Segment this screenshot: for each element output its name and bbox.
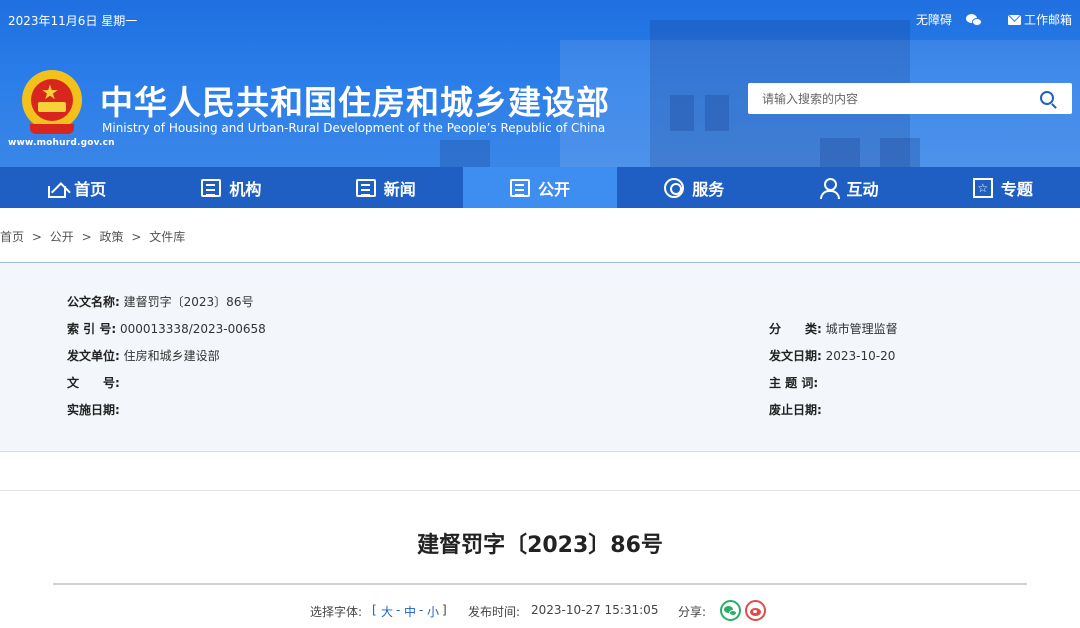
nav-item-open[interactable]: 公开 <box>462 167 618 208</box>
info-date-row: 发文日期: 2023-10-20 <box>769 347 895 364</box>
header-window <box>440 140 490 167</box>
document-title: 建督罚字〔2023〕86号 <box>417 533 663 558</box>
info-issuer-value: 住房和城乡建设部 <box>123 349 220 363</box>
info-expire-row: 废止日期: <box>769 401 822 418</box>
font-large-button[interactable]: 大 <box>381 603 393 620</box>
info-label: 废止日期: <box>769 403 822 417</box>
top-links: 无障碍 工作邮箱 <box>904 11 1072 28</box>
divider <box>0 490 1080 491</box>
info-keywords-row: 主 题 词: <box>769 374 818 391</box>
breadcrumb-policy[interactable]: 政策 <box>99 230 123 244</box>
info-effective-row: 实施日期: <box>67 401 120 418</box>
info-label: 实施日期: <box>67 403 120 417</box>
breadcrumb-separator: > <box>31 230 42 244</box>
font-bracket-close: ] <box>442 603 447 617</box>
header-window <box>820 138 860 167</box>
info-category-value: 城市管理监督 <box>825 322 898 336</box>
search-box <box>748 83 1072 114</box>
topic-star-icon: ☆ <box>972 177 993 198</box>
info-date-value: 2023-10-20 <box>825 349 896 363</box>
share-wechat-icon[interactable] <box>720 600 741 621</box>
open-icon <box>509 178 530 197</box>
info-issuer-row: 发文单位: 住房和城乡建设部 <box>67 347 220 364</box>
nav-label: 新闻 <box>383 179 416 199</box>
nav-item-service[interactable]: 服务 <box>617 167 771 208</box>
info-label: 发文日期: <box>769 349 822 363</box>
info-index-row: 索 引 号: 000013338/2023-00658 <box>67 320 266 337</box>
info-label: 文 号: <box>67 376 120 390</box>
font-dash: - <box>396 603 401 617</box>
font-dash: - <box>419 603 424 617</box>
accessibility-link[interactable]: 无障碍 <box>916 11 952 28</box>
header-window <box>880 138 920 167</box>
national-emblem-logo[interactable]: ★ <box>22 70 82 136</box>
share-label: 分享: <box>678 605 707 619</box>
building-icon <box>201 178 222 197</box>
info-label: 公文名称: <box>67 295 120 309</box>
breadcrumb: 首页 > 公开 > 政策 > 文件库 <box>0 228 189 245</box>
nav-item-topics[interactable]: ☆ 专题 <box>926 167 1080 208</box>
info-title-value: 建督罚字〔2023〕86号 <box>123 295 254 309</box>
search-input[interactable] <box>748 83 1028 114</box>
info-label: 发文单位: <box>67 349 120 363</box>
font-medium-button[interactable]: 中 <box>404 603 416 620</box>
font-small-button[interactable]: 小 <box>427 603 439 620</box>
main-nav: 首页 机构 新闻 公开 服务 互动 ☆ 专题 <box>0 167 1080 208</box>
work-email-label: 工作邮箱 <box>1023 13 1072 27</box>
info-title-row: 公文名称: 建督罚字〔2023〕86号 <box>67 293 253 310</box>
title-divider <box>53 583 1027 585</box>
news-icon <box>355 178 376 197</box>
site-title[interactable]: 中华人民共和国住房和城乡建设部 <box>100 76 610 124</box>
breadcrumb-separator: > <box>81 230 92 244</box>
current-date: 2023年11月6日 星期一 <box>8 14 138 28</box>
nav-item-organization[interactable]: 机构 <box>154 167 308 208</box>
info-category-row: 分 类: 城市管理监督 <box>769 320 898 337</box>
header-window <box>705 95 729 131</box>
breadcrumb-separator: > <box>131 230 142 244</box>
nav-item-home[interactable]: 首页 <box>0 167 154 208</box>
interaction-icon <box>819 177 840 199</box>
share-weibo-icon[interactable] <box>745 600 766 621</box>
search-icon[interactable] <box>1040 91 1054 105</box>
info-label: 索 引 号: <box>67 322 117 336</box>
home-icon <box>48 185 67 198</box>
nav-label: 首页 <box>74 179 107 199</box>
breadcrumb-open[interactable]: 公开 <box>50 230 74 244</box>
top-bar: 2023年11月6日 星期一 无障碍 工作邮箱 <box>0 0 1080 38</box>
font-bracket-open: [ <box>372 603 377 617</box>
font-size-label: 选择字体: <box>310 605 363 619</box>
info-label: 分 类: <box>769 322 822 336</box>
document-info-panel: 公文名称: 建督罚字〔2023〕86号 索 引 号: 000013338/202… <box>0 262 1080 452</box>
nav-item-interaction[interactable]: 互动 <box>771 167 925 208</box>
publish-time: 2023-10-27 15:31:05 <box>531 603 659 617</box>
breadcrumb-library[interactable]: 文件库 <box>149 230 185 244</box>
wechat-icon[interactable] <box>965 13 982 26</box>
header-window <box>670 95 694 131</box>
site-subtitle: Ministry of Housing and Urban-Rural Deve… <box>102 121 606 135</box>
info-docno-row: 文 号: <box>67 374 120 391</box>
mail-icon <box>1007 14 1021 25</box>
info-label: 主 题 词: <box>769 376 819 390</box>
nav-label: 互动 <box>846 179 879 199</box>
publish-time-label: 发布时间: <box>468 605 521 619</box>
nav-label: 机构 <box>229 179 262 199</box>
nav-label: 服务 <box>692 179 725 199</box>
info-index-value: 000013338/2023-00658 <box>119 322 266 336</box>
breadcrumb-home[interactable]: 首页 <box>0 230 24 244</box>
nav-item-news[interactable]: 新闻 <box>309 167 463 208</box>
service-icon <box>664 177 685 198</box>
work-email-link[interactable]: 工作邮箱 <box>994 11 1072 28</box>
site-header: 2023年11月6日 星期一 无障碍 工作邮箱 ★ www.mohurd.gov… <box>0 0 1080 167</box>
site-url: www.mohurd.gov.cn <box>8 138 115 148</box>
nav-label: 公开 <box>537 179 570 199</box>
nav-label: 专题 <box>1000 179 1033 199</box>
